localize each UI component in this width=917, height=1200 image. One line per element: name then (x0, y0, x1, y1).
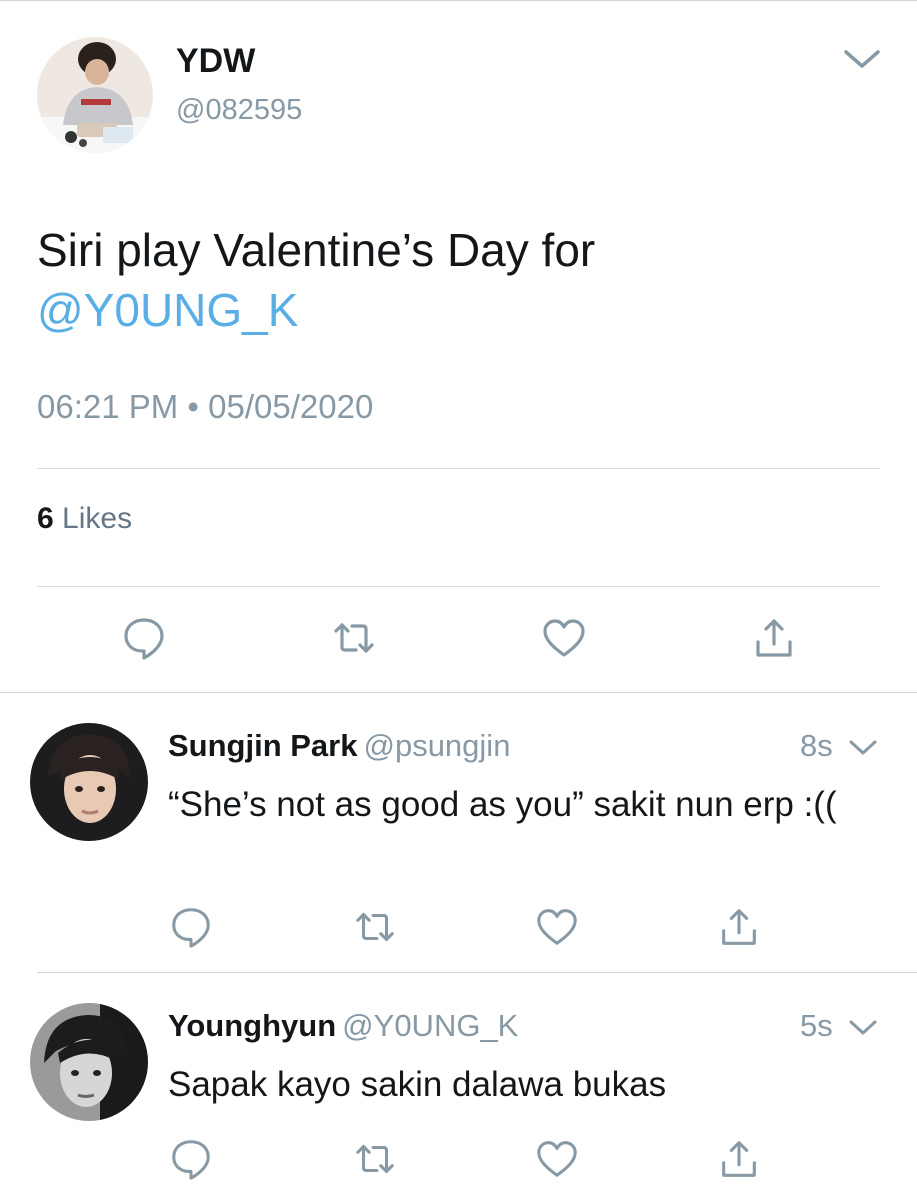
likes-number: 6 (37, 502, 54, 535)
reply-text: Sapak kayo sakin dalawa bukas (168, 1065, 667, 1104)
share-icon[interactable] (716, 904, 762, 950)
divider (37, 972, 917, 973)
like-icon[interactable] (534, 1136, 580, 1182)
chevron-down-icon[interactable] (842, 44, 882, 72)
retweet-icon[interactable] (352, 1136, 398, 1182)
reply-icon[interactable] (168, 1136, 214, 1182)
reply-author-handle[interactable]: @psungjin (363, 728, 510, 763)
reply-avatar[interactable] (30, 723, 148, 841)
reply-icon[interactable] (120, 614, 168, 662)
reply-icon[interactable] (168, 904, 214, 950)
reply-header: Younghyun @Y0UNG_K (168, 1008, 518, 1044)
divider (37, 468, 880, 469)
share-icon[interactable] (716, 1136, 762, 1182)
reply-author-name[interactable]: Sungjin Park (168, 728, 357, 763)
retweet-icon[interactable] (352, 904, 398, 950)
top-divider (0, 0, 917, 1)
author-name[interactable]: YDW (176, 42, 255, 81)
reply-author-handle[interactable]: @Y0UNG_K (342, 1008, 518, 1043)
section-divider (0, 692, 917, 693)
chevron-down-icon[interactable] (848, 737, 878, 757)
reply-header: Sungjin Park @psungjin (168, 728, 510, 764)
tweet-timestamp[interactable]: 06:21 PM • 05/05/2020 (37, 388, 373, 426)
tweet-text: Siri play Valentine’s Day for @Y0UNG_K (37, 220, 887, 340)
divider (37, 586, 880, 587)
likes-count[interactable]: 6 Likes (37, 502, 132, 536)
share-icon[interactable] (750, 614, 798, 662)
retweet-icon[interactable] (330, 614, 378, 662)
chevron-down-icon[interactable] (848, 1017, 878, 1037)
reply-text: “She’s not as good as you” sakit nun erp… (168, 785, 837, 824)
author-avatar[interactable] (37, 37, 153, 153)
like-icon[interactable] (540, 614, 588, 662)
mention-link[interactable]: @Y0UNG_K (37, 284, 298, 336)
reply-avatar[interactable] (30, 1003, 148, 1121)
reply-time[interactable]: 8s (800, 728, 833, 764)
reply-author-name[interactable]: Younghyun (168, 1008, 336, 1043)
author-handle[interactable]: @082595 (176, 94, 302, 127)
likes-label: Likes (62, 502, 133, 535)
reply-time[interactable]: 5s (800, 1008, 833, 1044)
like-icon[interactable] (534, 904, 580, 950)
tweet-body: Siri play Valentine’s Day for (37, 224, 596, 276)
